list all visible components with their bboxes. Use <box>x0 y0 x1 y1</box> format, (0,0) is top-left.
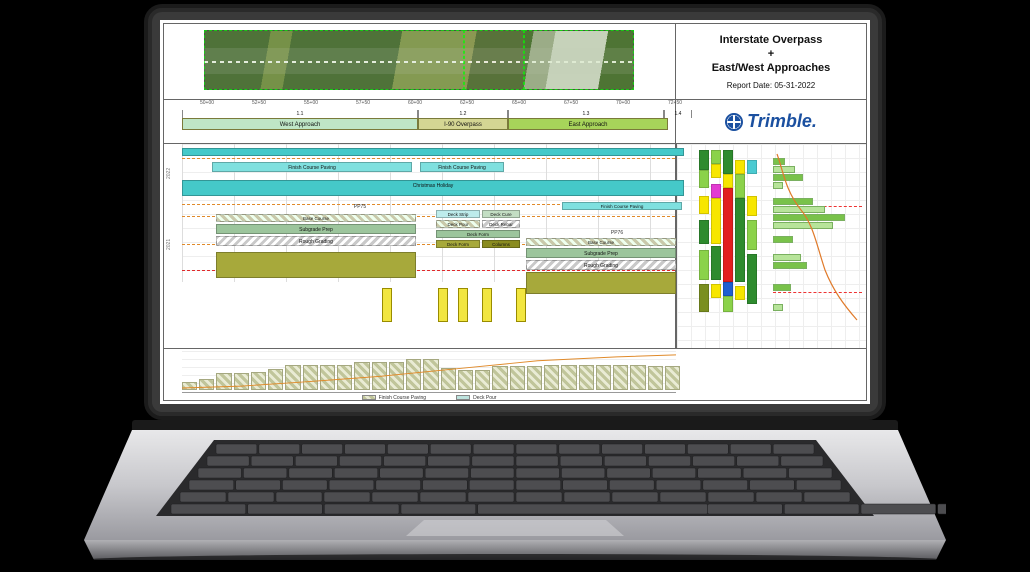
summary-col-1 <box>699 150 709 342</box>
bar-deck-strip: Deck Strip <box>436 210 480 218</box>
summary-col-5 <box>747 150 757 342</box>
title-line-1: Interstate Overpass <box>676 33 866 47</box>
bar-top-span <box>182 148 684 156</box>
aerial-zone-east <box>524 30 634 90</box>
logo-text: Trimble. <box>747 111 817 132</box>
laptop-screen: Interstate Overpass + East/West Approach… <box>160 20 870 404</box>
pillar-3 <box>458 288 468 322</box>
bar-columns: Columns <box>482 240 520 248</box>
legend-item-a: Finish Course Paving <box>362 395 427 401</box>
laptop-mockup: Interstate Overpass + East/West Approach… <box>84 4 946 564</box>
bottom-legend: Finish Course Paving Deck Pour <box>182 392 676 402</box>
pillar-5 <box>516 288 526 322</box>
summary-col-3 <box>723 150 733 342</box>
report-date: Report Date: 05-31-2022 <box>676 81 866 90</box>
y-period-1: 2022 <box>166 148 180 198</box>
approach-west: West Approach <box>182 118 418 130</box>
approach-east: East Approach <box>508 118 668 130</box>
bar-fcp-over: Finish Course Paving <box>420 162 504 172</box>
bar-olive-big-e <box>526 272 676 294</box>
y-period-2: 2021 <box>166 214 180 274</box>
summary-curve <box>773 150 861 324</box>
bar-rough-e: Rough Grading <box>526 260 676 270</box>
aerial-zone-overpass <box>464 30 524 90</box>
report-document: Interstate Overpass + East/West Approach… <box>160 20 870 404</box>
chart-body: Finish Course Paving Finish Course Pavin… <box>182 144 675 282</box>
report-frame: Interstate Overpass + East/West Approach… <box>163 23 867 401</box>
laptop-lid: Interstate Overpass + East/West Approach… <box>144 4 886 420</box>
legend-item-b: Deck Pour <box>456 395 496 401</box>
laptop-deck <box>84 420 946 564</box>
title-line-2: East/West Approaches <box>676 61 866 75</box>
title-sep: + <box>676 47 866 61</box>
right-summary-panel <box>676 144 866 348</box>
bar-deck-cure: Deck Cure <box>482 210 520 218</box>
pillar-4 <box>482 288 492 322</box>
logo-cell: Trimble. <box>676 100 866 144</box>
station-labels-top: 50+00 52+50 55+00 57+50 60+00 62+50 65+0… <box>182 100 675 110</box>
bar-base-course-e: Base Course <box>526 238 676 246</box>
bottom-curve <box>182 351 676 390</box>
aerial-zone-west <box>204 30 464 90</box>
globe-icon <box>725 113 743 131</box>
label-pp76: PP76 <box>602 228 632 238</box>
pillar-1 <box>382 288 392 322</box>
bar-subgrade-e: Subgrade Prep <box>526 248 676 258</box>
bar-base-course-w: Base Course <box>216 214 416 222</box>
bar-deck-form2: Deck Form <box>436 240 480 248</box>
bar-rough-w: Rough Grading <box>216 236 416 246</box>
pillar-2 <box>438 288 448 322</box>
title-box: Interstate Overpass + East/West Approach… <box>676 24 866 100</box>
time-distance-chart: 2022 2021 Finish Course P <box>164 144 676 348</box>
bar-deck-rebar: Deck Rebar <box>482 220 520 228</box>
bar-fcp-east: Finish Course Paving <box>562 202 682 210</box>
label-pp75: PP75 <box>340 202 380 212</box>
bar-deck-pour: Deck Pour <box>436 220 480 228</box>
bar-holiday: Christmas Holiday <box>182 180 684 196</box>
summary-col-2 <box>711 150 721 342</box>
bottom-histogram-row: Finish Course Paving Deck Pour <box>164 348 866 400</box>
bar-fcp-west: Finish Course Paving <box>212 162 412 172</box>
station-ruler: 50+00 52+50 55+00 57+50 60+00 62+50 65+0… <box>164 100 676 144</box>
bar-olive-big-w <box>216 252 416 278</box>
segment-ruler: 1.1 1.2 1.3 1.4 <box>182 110 675 118</box>
bar-deck-form: Deck Form <box>436 230 520 238</box>
approach-overpass: I-90 Overpass <box>418 118 508 130</box>
aerial-strip <box>164 24 676 100</box>
bar-subgrade-w: Subgrade Prep <box>216 224 416 234</box>
summary-col-4 <box>735 150 745 342</box>
